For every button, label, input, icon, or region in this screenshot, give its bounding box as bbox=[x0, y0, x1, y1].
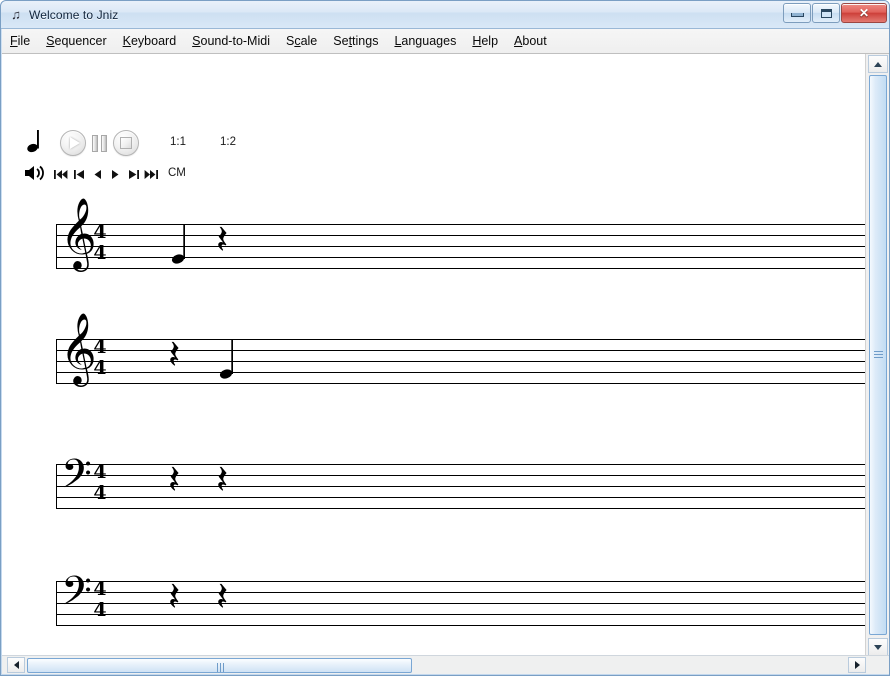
menu-item-languages[interactable]: Languages bbox=[386, 31, 464, 51]
time-denominator: 4 bbox=[93, 599, 107, 621]
chord-label: CM bbox=[168, 167, 186, 179]
next-measure-button[interactable] bbox=[126, 167, 140, 181]
pause-button[interactable] bbox=[92, 134, 107, 152]
barline bbox=[56, 224, 57, 268]
window-controls: ✕ bbox=[782, 3, 887, 23]
quarter-rest[interactable]: 𝄽 bbox=[216, 460, 228, 500]
skip-to-end-button[interactable] bbox=[144, 167, 158, 181]
menu-item-about[interactable]: About bbox=[506, 31, 555, 51]
maximize-button[interactable] bbox=[812, 3, 840, 23]
quarter-note[interactable] bbox=[218, 335, 242, 387]
vertical-scrollbar-thumb[interactable] bbox=[869, 75, 887, 635]
title-bar[interactable]: ♫ Welcome to Jniz ✕ bbox=[1, 1, 889, 29]
horizontal-scrollbar[interactable] bbox=[2, 655, 889, 674]
volume-icon[interactable] bbox=[24, 164, 48, 182]
quarter-rest[interactable]: 𝄽 bbox=[168, 577, 180, 617]
time-numerator: 4 bbox=[93, 461, 107, 483]
music-note-icon: ♫ bbox=[11, 7, 21, 22]
stop-icon bbox=[120, 137, 132, 149]
quarter-note-icon[interactable] bbox=[26, 128, 46, 154]
step-backward-button[interactable] bbox=[90, 167, 104, 181]
menu-item-settings[interactable]: Settings bbox=[325, 31, 386, 51]
time-signature: 4 4 bbox=[92, 222, 108, 264]
barline bbox=[56, 339, 57, 383]
scroll-left-button[interactable] bbox=[7, 657, 25, 673]
pause-icon-2 bbox=[101, 134, 107, 152]
time-signature: 4 4 bbox=[92, 579, 108, 621]
previous-measure-button[interactable] bbox=[72, 167, 86, 181]
barline bbox=[56, 464, 57, 508]
quarter-rest[interactable]: 𝄽 bbox=[168, 460, 180, 500]
quarter-rest[interactable]: 𝄽 bbox=[168, 335, 180, 375]
minimize-icon bbox=[790, 13, 804, 17]
barline bbox=[56, 581, 57, 625]
scroll-right-button[interactable] bbox=[848, 657, 866, 673]
bass-clef-icon: 𝄢 bbox=[61, 451, 92, 507]
quarter-rest[interactable]: 𝄽 bbox=[216, 220, 228, 260]
stop-button[interactable] bbox=[113, 130, 139, 156]
menu-item-scale[interactable]: Scale bbox=[278, 31, 325, 51]
position-marker-2: 1:2 bbox=[220, 136, 236, 148]
pause-icon bbox=[92, 134, 98, 152]
time-signature: 4 4 bbox=[92, 337, 108, 379]
menu-item-help[interactable]: Help bbox=[464, 31, 506, 51]
menu-item-keyboard[interactable]: Keyboard bbox=[115, 31, 185, 51]
skip-to-start-button[interactable] bbox=[54, 167, 68, 181]
menu-item-sound-to-midi[interactable]: Sound-to-Midi bbox=[184, 31, 278, 51]
minimize-button[interactable] bbox=[783, 3, 811, 23]
scrollbar-grip-icon bbox=[217, 663, 226, 672]
step-forward-button[interactable] bbox=[108, 167, 122, 181]
transport-controls bbox=[60, 130, 139, 156]
vertical-scrollbar[interactable] bbox=[865, 54, 889, 657]
time-numerator: 4 bbox=[93, 336, 107, 358]
menu-item-file[interactable]: File bbox=[2, 31, 38, 51]
staff-line bbox=[56, 625, 866, 626]
window-title: Welcome to Jniz bbox=[29, 7, 119, 22]
time-denominator: 4 bbox=[93, 357, 107, 379]
score-canvas[interactable]: 1:1 1:2 CM 𝄞 4 4 𝄽 𝄞 4 4 𝄽 𝄢 4 4 𝄽 𝄽 𝄢 4… bbox=[2, 54, 866, 657]
scrollbar-grip-icon bbox=[874, 351, 883, 358]
time-numerator: 4 bbox=[93, 221, 107, 243]
play-icon bbox=[70, 137, 80, 149]
time-numerator: 4 bbox=[93, 578, 107, 600]
staff-line bbox=[56, 383, 866, 384]
application-window: ♫ Welcome to Jniz ✕ File Sequencer Keybo… bbox=[0, 0, 890, 676]
chevron-left-icon bbox=[13, 661, 19, 669]
menu-item-sequencer[interactable]: Sequencer bbox=[38, 31, 114, 51]
maximize-icon bbox=[820, 8, 832, 18]
close-icon: ✕ bbox=[858, 6, 870, 20]
scroll-up-button[interactable] bbox=[868, 55, 888, 73]
position-marker-1: 1:1 bbox=[170, 136, 186, 148]
play-button[interactable] bbox=[60, 130, 86, 156]
quarter-note[interactable] bbox=[170, 220, 194, 272]
scroll-down-button[interactable] bbox=[868, 638, 888, 656]
horizontal-scrollbar-thumb[interactable] bbox=[27, 658, 412, 673]
score-content-area: 1:1 1:2 CM 𝄞 4 4 𝄽 𝄞 4 4 𝄽 𝄢 4 4 𝄽 𝄽 𝄢 4… bbox=[2, 54, 889, 657]
chevron-right-icon bbox=[854, 661, 860, 669]
time-denominator: 4 bbox=[93, 482, 107, 504]
chevron-up-icon bbox=[874, 61, 882, 67]
staff-line bbox=[56, 508, 866, 509]
navigation-controls bbox=[54, 167, 158, 181]
quarter-rest[interactable]: 𝄽 bbox=[216, 577, 228, 617]
chevron-down-icon bbox=[874, 644, 882, 650]
close-button[interactable]: ✕ bbox=[841, 3, 887, 23]
bass-clef-icon: 𝄢 bbox=[61, 568, 92, 624]
time-denominator: 4 bbox=[93, 242, 107, 264]
menu-bar: File Sequencer Keyboard Sound-to-Midi Sc… bbox=[2, 29, 889, 54]
time-signature: 4 4 bbox=[92, 462, 108, 504]
